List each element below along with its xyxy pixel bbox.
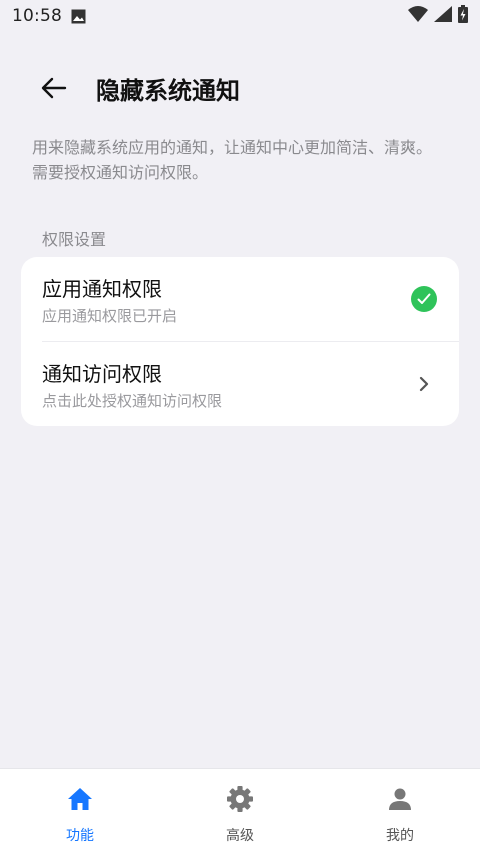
permission-row-notification-access[interactable]: 通知访问权限 点击此处授权通知访问权限 (42, 341, 459, 425)
row-title: 应用通知权限 (42, 277, 162, 301)
description-text: 用来隐藏系统应用的通知，让通知中心更加简洁、清爽。需要授权通知访问权限。 (32, 138, 433, 182)
chevron-right-icon (411, 371, 437, 397)
battery-charging-icon (458, 5, 468, 27)
check-circle-icon (411, 286, 437, 312)
back-button[interactable] (26, 60, 82, 116)
nav-label: 功能 (66, 828, 94, 844)
status-icons (408, 5, 468, 27)
status-bar: 10:58 (0, 0, 480, 32)
row-title: 通知访问权限 (42, 362, 162, 386)
nav-item-profile[interactable]: 我的 (320, 769, 480, 854)
permission-row-app-notification[interactable]: 应用通知权限 应用通知权限已开启 (21, 257, 459, 341)
app-header: 隐藏系统通知 (0, 60, 480, 116)
permissions-card: 应用通知权限 应用通知权限已开启 通知访问权限 点击此处授权通知访问权限 (21, 257, 459, 426)
gallery-icon (71, 9, 86, 24)
nav-label: 我的 (386, 828, 414, 844)
signal-icon (434, 6, 452, 26)
nav-label: 高级 (226, 828, 254, 844)
bottom-nav: 功能 高级 我的 (0, 768, 480, 854)
gear-icon (227, 786, 253, 812)
nav-item-features[interactable]: 功能 (0, 769, 160, 854)
nav-item-advanced[interactable]: 高级 (160, 769, 320, 854)
row-subtitle: 应用通知权限已开启 (42, 307, 178, 325)
row-subtitle: 点击此处授权通知访问权限 (42, 392, 223, 410)
screen: 10:58 隐藏系统通知 用来隐藏系统应用的通知，让通知中心更加简洁、清爽。需要… (0, 0, 480, 854)
arrow-left-icon (41, 77, 67, 99)
home-icon (68, 788, 92, 810)
wifi-icon (408, 6, 428, 26)
status-time: 10:58 (12, 6, 62, 26)
section-label: 权限设置 (42, 230, 107, 249)
page-title: 隐藏系统通知 (96, 76, 240, 105)
person-icon (389, 788, 411, 810)
